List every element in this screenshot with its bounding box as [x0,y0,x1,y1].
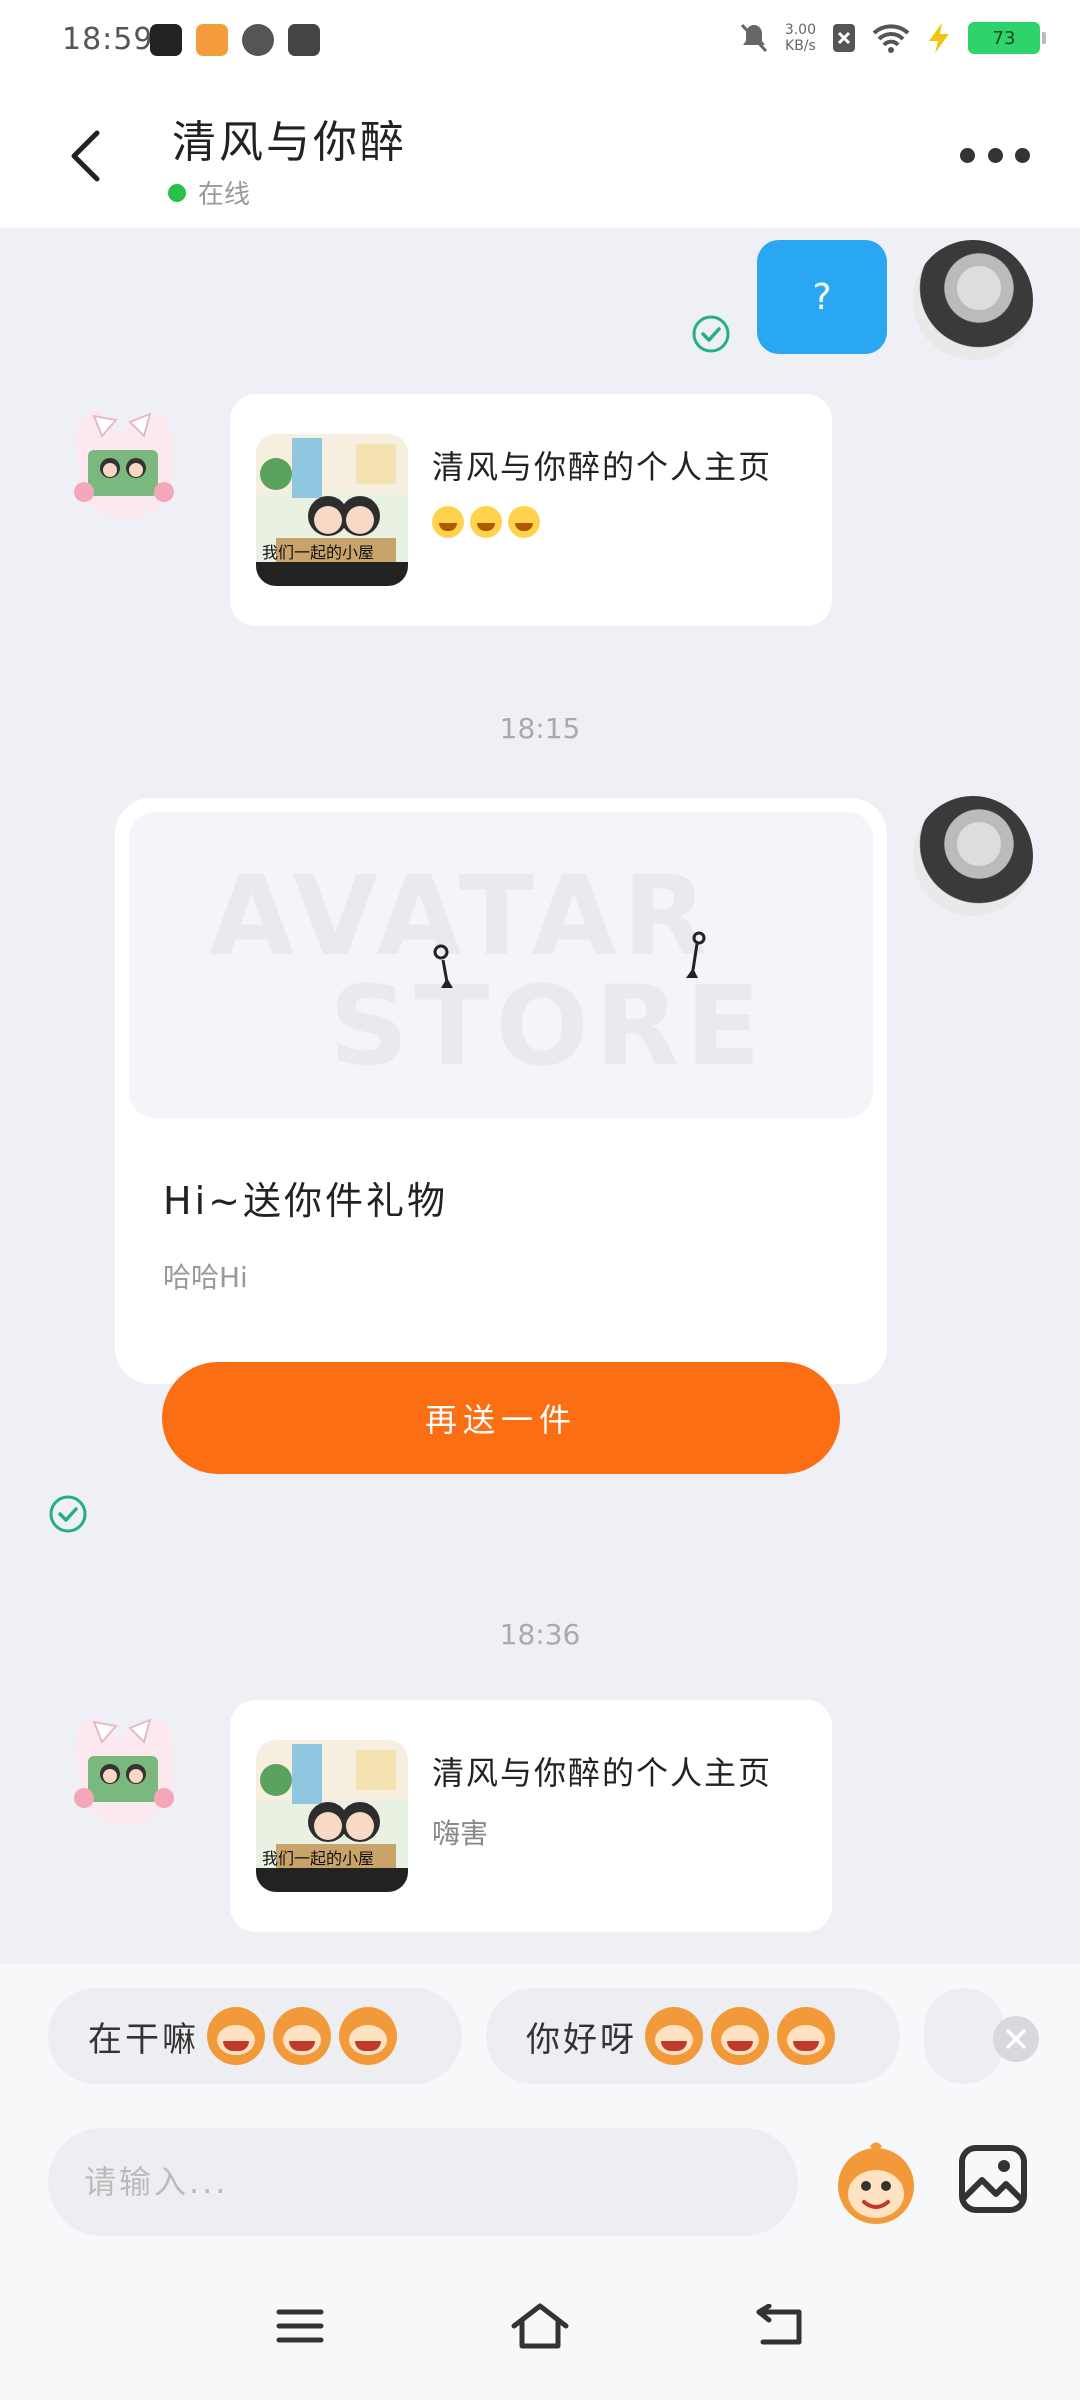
self-avatar[interactable] [913,240,1033,360]
online-dot [168,183,186,202]
input-bar [0,2084,1080,2256]
chat-messages[interactable]: ? 我们一起的小屋 清风与你醉的个人主页 18:15 AVATAR STORE … [0,228,1080,1964]
status-bar: 18:59 3.00 KB/s 73 [0,0,1080,84]
book-app-icon [288,24,320,56]
gift-card[interactable]: AVATAR STORE Hi~送你件礼物 哈哈Hi [115,798,887,1384]
online-status-text: 在线 [198,180,251,210]
dot-icon [960,147,975,163]
close-quick-replies-button[interactable] [993,2016,1039,2062]
gift-title: Hi~送你件礼物 [163,1179,448,1223]
net-speed: 3.00 KB/s [784,22,816,54]
self-avatar[interactable] [913,796,1033,916]
monkey-emoji-icon [645,2007,703,2065]
grin-sweat-emoji-icon [508,506,540,538]
quick-reply-chip-partial[interactable] [924,1988,1004,2084]
card-thumbnail: 我们一起的小屋 [256,1740,408,1892]
no-sim-icon [833,24,855,52]
back-arrow-icon [756,2304,802,2345]
grin-sweat-emoji-icon [470,506,502,538]
mute-bell-icon [740,23,767,53]
close-icon [1006,2029,1026,2049]
svg-text:我们一起的小屋: 我们一起的小屋 [262,543,374,562]
image-picker-icon[interactable] [958,2144,1028,2214]
profile-card[interactable]: 我们一起的小屋 清风与你醉的个人主页 嗨害 [230,1700,832,1932]
video-app-icon [196,24,228,56]
monkey-emoji-icon [711,2007,769,2065]
home-nav-button[interactable] [510,2296,570,2356]
dot-icon [987,147,1003,163]
chat-title: 清风与你醉 [172,117,407,168]
system-nav-bar [0,2256,1080,2400]
watch-app-icon [150,24,182,56]
gift-subtitle: 哈哈Hi [163,1261,248,1294]
back-button[interactable] [50,116,120,196]
monkey-emoji-icon [207,2007,265,2065]
read-check-icon [49,1495,87,1533]
card-title: 清风与你醉的个人主页 [432,1754,773,1792]
chevron-left-icon [71,130,100,182]
svg-text:我们一起的小屋: 我们一起的小屋 [262,1849,374,1868]
monkey-emoji-icon [777,2007,835,2065]
emoji-row [432,506,540,538]
message-bubble-self[interactable]: ? [757,240,887,354]
watermark-line1: AVATAR [209,852,714,980]
status-app-icons [150,24,320,56]
menu-nav-button[interactable] [270,2296,330,2356]
back-nav-button[interactable] [750,2296,810,2356]
monkey-emoji-icon [339,2007,397,2065]
dot-icon [1015,147,1030,163]
home-icon [511,2303,569,2349]
earring-icon [433,944,453,988]
menu-icon [276,2309,324,2343]
charging-icon [929,23,949,53]
more-options-button[interactable] [960,140,1030,170]
status-right: 3.00 KB/s 73 [739,22,1046,54]
sticker-button[interactable] [832,2140,920,2228]
send-again-button[interactable]: 再送一件 [162,1362,840,1474]
gift-banner: AVATAR STORE [129,812,873,1118]
monkey-emoji-icon [273,2007,331,2065]
earring-icon [686,931,706,978]
contact-avatar[interactable] [58,1702,188,1832]
message-input[interactable] [48,2128,798,2236]
wifi-icon [872,24,910,53]
battery-icon: 73 [968,22,1046,54]
contact-avatar[interactable] [58,396,188,526]
online-status: 在线 [168,174,250,211]
quick-reply-chip[interactable]: 在干嘛 [48,1988,462,2084]
card-subtitle: 嗨害 [432,1817,489,1850]
card-title: 清风与你醉的个人主页 [432,448,773,486]
quick-reply-bar: 在干嘛 你好呀 [0,1964,1080,2084]
chat-header: 清风与你醉 在线 [0,84,1080,228]
timestamp: 18:36 [499,1618,581,1651]
status-time: 18:59 [62,22,154,57]
card-thumbnail: 我们一起的小屋 [256,434,408,586]
quick-reply-chip[interactable]: 你好呀 [486,1988,900,2084]
timestamp: 18:15 [499,712,581,745]
profile-card[interactable]: 我们一起的小屋 清风与你醉的个人主页 [230,394,832,626]
leaf-app-icon [242,24,274,56]
read-check-icon [692,315,730,353]
grin-sweat-emoji-icon [432,506,464,538]
